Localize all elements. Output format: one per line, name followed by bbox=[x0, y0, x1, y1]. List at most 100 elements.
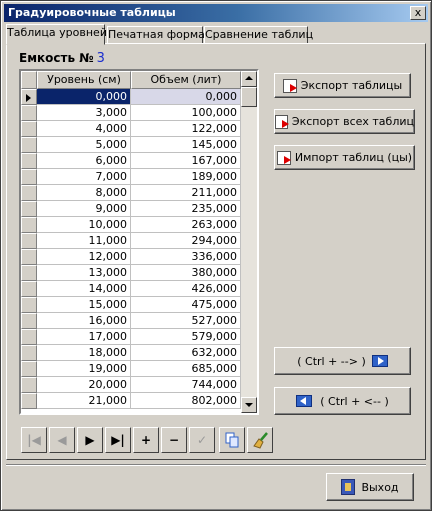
cell-volume[interactable]: 802,000 bbox=[131, 393, 241, 409]
scroll-thumb[interactable] bbox=[241, 87, 257, 107]
row-indicator[interactable] bbox=[21, 329, 37, 345]
cell-volume[interactable]: 211,000 bbox=[131, 185, 241, 201]
cell-volume[interactable]: 380,000 bbox=[131, 265, 241, 281]
close-button[interactable]: x bbox=[410, 6, 426, 20]
tab-compare-tables[interactable]: Сравнение таблиц bbox=[204, 26, 313, 44]
table-row[interactable]: 10,000 263,000 bbox=[21, 217, 241, 233]
cell-level[interactable]: 10,000 bbox=[37, 217, 131, 233]
next-record-button[interactable]: ▶ bbox=[77, 427, 103, 453]
cell-volume[interactable]: 189,000 bbox=[131, 169, 241, 185]
cell-level[interactable]: 20,000 bbox=[37, 377, 131, 393]
cell-volume[interactable]: 579,000 bbox=[131, 329, 241, 345]
table-row[interactable]: 15,000 475,000 bbox=[21, 297, 241, 313]
table-row[interactable]: 20,000 744,000 bbox=[21, 377, 241, 393]
cell-volume[interactable]: 426,000 bbox=[131, 281, 241, 297]
import-tables-button[interactable]: Импорт таблиц (цы) bbox=[274, 145, 415, 170]
row-indicator[interactable] bbox=[21, 217, 37, 233]
title-bar[interactable]: Градуировочные таблицы x bbox=[4, 4, 428, 22]
cell-volume[interactable]: 167,000 bbox=[131, 153, 241, 169]
cell-volume[interactable]: 0,000 bbox=[131, 89, 241, 105]
cell-level[interactable]: 0,000 bbox=[37, 89, 131, 105]
grid-vertical-scrollbar[interactable] bbox=[241, 71, 257, 413]
row-indicator[interactable] bbox=[21, 137, 37, 153]
row-indicator[interactable] bbox=[21, 393, 37, 409]
row-indicator[interactable] bbox=[21, 361, 37, 377]
delete-record-button[interactable]: − bbox=[161, 427, 187, 453]
table-row[interactable]: 9,000 235,000 bbox=[21, 201, 241, 217]
cell-volume[interactable]: 122,000 bbox=[131, 121, 241, 137]
cell-level[interactable]: 9,000 bbox=[37, 201, 131, 217]
row-indicator[interactable] bbox=[21, 89, 37, 105]
scroll-down-button[interactable] bbox=[241, 397, 257, 413]
row-indicator[interactable] bbox=[21, 297, 37, 313]
row-indicator[interactable] bbox=[21, 249, 37, 265]
row-indicator[interactable] bbox=[21, 281, 37, 297]
row-indicator[interactable] bbox=[21, 185, 37, 201]
row-indicator[interactable] bbox=[21, 265, 37, 281]
row-indicator[interactable] bbox=[21, 377, 37, 393]
table-row[interactable]: 17,000 579,000 bbox=[21, 329, 241, 345]
table-row[interactable]: 6,000 167,000 bbox=[21, 153, 241, 169]
cell-volume[interactable]: 527,000 bbox=[131, 313, 241, 329]
tab-level-table[interactable]: Таблица уровней bbox=[6, 24, 107, 45]
cell-volume[interactable]: 632,000 bbox=[131, 345, 241, 361]
cell-volume[interactable]: 100,000 bbox=[131, 105, 241, 121]
table-row[interactable]: 12,000 336,000 bbox=[21, 249, 241, 265]
clear-button[interactable] bbox=[247, 427, 273, 453]
last-record-button[interactable]: ▶| bbox=[105, 427, 131, 453]
post-record-button[interactable]: ✓ bbox=[189, 427, 215, 453]
table-row[interactable]: 11,000 294,000 bbox=[21, 233, 241, 249]
cell-volume[interactable]: 475,000 bbox=[131, 297, 241, 313]
cell-level[interactable]: 17,000 bbox=[37, 329, 131, 345]
row-indicator[interactable] bbox=[21, 313, 37, 329]
cell-level[interactable]: 11,000 bbox=[37, 233, 131, 249]
cell-volume[interactable]: 336,000 bbox=[131, 249, 241, 265]
cell-volume[interactable]: 685,000 bbox=[131, 361, 241, 377]
row-indicator[interactable] bbox=[21, 345, 37, 361]
table-row[interactable]: 0,000 0,000 bbox=[21, 89, 241, 105]
row-indicator[interactable] bbox=[21, 153, 37, 169]
cell-level[interactable]: 3,000 bbox=[37, 105, 131, 121]
export-all-tables-button[interactable]: Экспорт всех таблиц bbox=[274, 109, 415, 134]
cell-level[interactable]: 4,000 bbox=[37, 121, 131, 137]
table-row[interactable]: 19,000 685,000 bbox=[21, 361, 241, 377]
table-row[interactable]: 3,000 100,000 bbox=[21, 105, 241, 121]
column-header-volume[interactable]: Объем (лит) bbox=[131, 71, 241, 89]
cell-volume[interactable]: 235,000 bbox=[131, 201, 241, 217]
exit-button[interactable]: Выход bbox=[326, 473, 414, 501]
table-row[interactable]: 14,000 426,000 bbox=[21, 281, 241, 297]
table-row[interactable]: 4,000 122,000 bbox=[21, 121, 241, 137]
cell-level[interactable]: 12,000 bbox=[37, 249, 131, 265]
cell-level[interactable]: 5,000 bbox=[37, 137, 131, 153]
scroll-up-button[interactable] bbox=[241, 71, 257, 87]
cell-level[interactable]: 21,000 bbox=[37, 393, 131, 409]
prior-record-button[interactable]: ◀ bbox=[49, 427, 75, 453]
table-row[interactable]: 16,000 527,000 bbox=[21, 313, 241, 329]
cell-level[interactable]: 13,000 bbox=[37, 265, 131, 281]
cell-level[interactable]: 16,000 bbox=[37, 313, 131, 329]
table-row[interactable]: 8,000 211,000 bbox=[21, 185, 241, 201]
tab-print-form[interactable]: Печатная форма bbox=[107, 26, 205, 44]
cell-level[interactable]: 8,000 bbox=[37, 185, 131, 201]
cell-volume[interactable]: 294,000 bbox=[131, 233, 241, 249]
insert-record-button[interactable]: + bbox=[133, 427, 159, 453]
cell-level[interactable]: 6,000 bbox=[37, 153, 131, 169]
export-table-button[interactable]: Экспорт таблицы bbox=[274, 73, 411, 98]
cell-level[interactable]: 7,000 bbox=[37, 169, 131, 185]
cell-level[interactable]: 19,000 bbox=[37, 361, 131, 377]
cell-level[interactable]: 18,000 bbox=[37, 345, 131, 361]
table-row[interactable]: 18,000 632,000 bbox=[21, 345, 241, 361]
row-indicator[interactable] bbox=[21, 121, 37, 137]
row-indicator[interactable] bbox=[21, 201, 37, 217]
copy-right-button[interactable]: ( Ctrl + --> ) bbox=[274, 347, 411, 375]
copy-left-button[interactable]: ( Ctrl + <-- ) bbox=[274, 387, 411, 415]
row-indicator[interactable] bbox=[21, 105, 37, 121]
cell-volume[interactable]: 744,000 bbox=[131, 377, 241, 393]
copy-button[interactable] bbox=[219, 427, 245, 453]
row-indicator[interactable] bbox=[21, 169, 37, 185]
table-row[interactable]: 7,000 189,000 bbox=[21, 169, 241, 185]
calibration-grid[interactable]: Уровень (см) Объем (лит) 0,000 0,000 3,000… bbox=[19, 69, 259, 415]
column-header-level[interactable]: Уровень (см) bbox=[37, 71, 131, 89]
cell-volume[interactable]: 263,000 bbox=[131, 217, 241, 233]
row-indicator[interactable] bbox=[21, 233, 37, 249]
